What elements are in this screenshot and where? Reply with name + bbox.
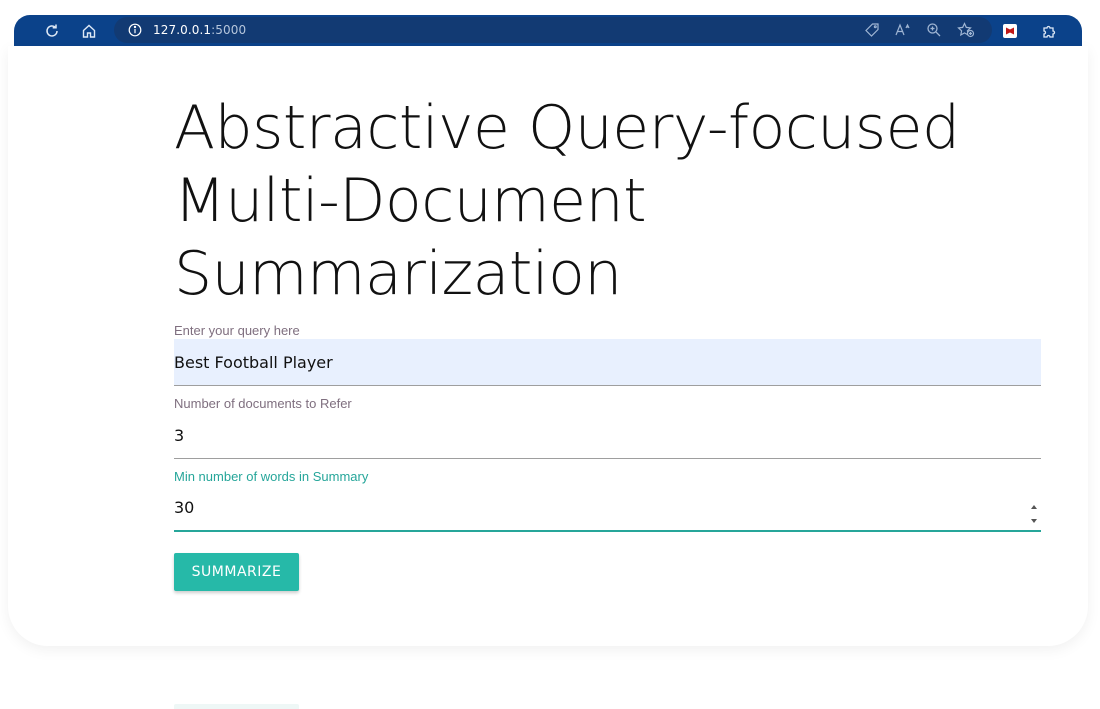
mcafee-extension-icon[interactable] <box>999 20 1021 42</box>
min-words-field: Min number of words in Summary <box>174 469 1041 532</box>
url-text[interactable]: 127.0.0.1:5000 <box>153 23 246 37</box>
number-stepper[interactable] <box>1029 505 1039 523</box>
num-documents-field: Number of documents to Refer <box>174 396 1041 459</box>
query-input[interactable] <box>174 339 1041 386</box>
stepper-up-icon[interactable] <box>1031 505 1037 509</box>
browser-toolbar: 127.0.0.1:5000 <box>14 15 1082 46</box>
home-icon[interactable] <box>78 20 100 42</box>
query-label: Enter your query here <box>174 323 300 338</box>
tag-icon[interactable] <box>861 20 883 40</box>
read-aloud-icon[interactable] <box>892 20 914 40</box>
summarize-button[interactable]: SUMMARIZE <box>174 553 299 591</box>
info-icon[interactable] <box>127 22 143 38</box>
extensions-icon[interactable] <box>1038 20 1060 42</box>
refresh-icon[interactable] <box>41 20 63 42</box>
address-bar[interactable]: 127.0.0.1:5000 <box>114 17 992 43</box>
min-words-label: Min number of words in Summary <box>174 469 369 484</box>
url-port: :5000 <box>211 23 247 37</box>
page-title: Abstractive Query-focused Multi-Document… <box>174 93 960 309</box>
stepper-down-icon[interactable] <box>1031 519 1037 523</box>
zoom-icon[interactable] <box>923 20 945 40</box>
num-documents-input[interactable] <box>174 412 1041 459</box>
ghost-button-edge <box>174 704 299 709</box>
query-field: Enter your query here <box>174 323 1041 386</box>
main-content: Abstractive Query-focused Multi-Document… <box>174 92 1041 532</box>
num-documents-label: Number of documents to Refer <box>174 396 352 411</box>
min-words-input[interactable] <box>174 485 1041 532</box>
url-host: 127.0.0.1 <box>153 23 212 37</box>
add-favorite-icon[interactable] <box>955 20 977 40</box>
